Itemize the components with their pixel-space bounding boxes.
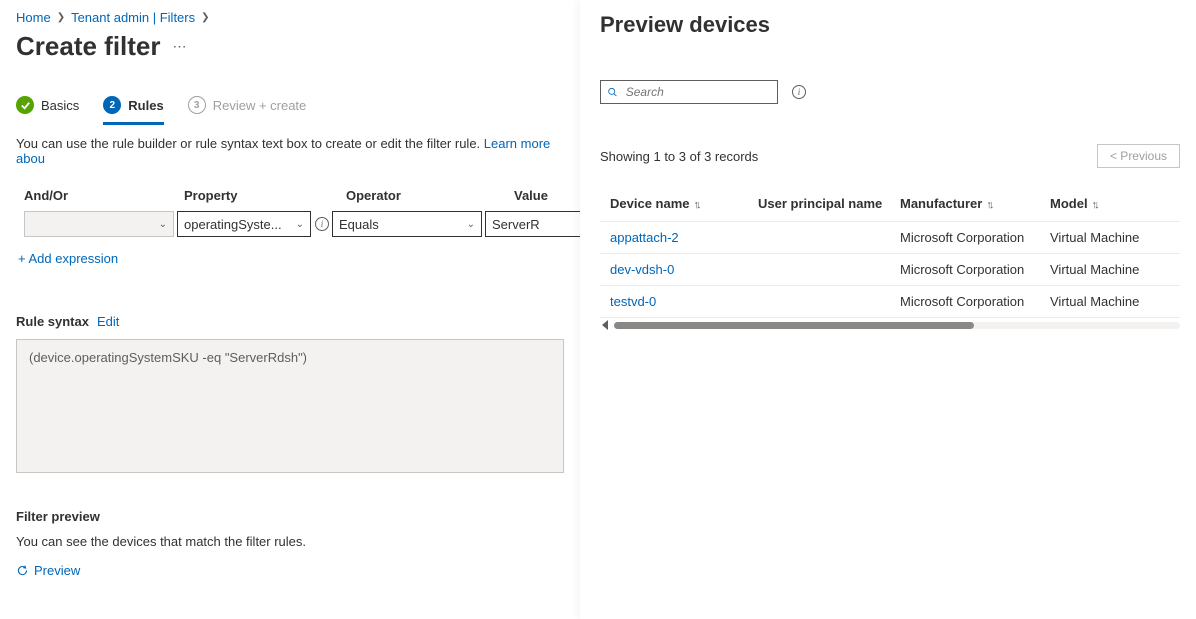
property-dropdown[interactable]: operatingSyste... ⌄ <box>177 211 311 237</box>
header-value: Value <box>514 188 564 203</box>
table-row: dev-vdsh-0 Microsoft Corporation Virtual… <box>600 254 1180 286</box>
rule-syntax-box: (device.operatingSystemSKU -eq "ServerRd… <box>16 339 564 473</box>
step-number-icon: 3 <box>188 96 206 114</box>
scroll-left-icon[interactable] <box>602 320 608 330</box>
info-icon[interactable]: i <box>315 217 329 231</box>
wizard-step-review[interactable]: 3 Review + create <box>188 96 307 114</box>
devices-grid: Device name↑↓ User principal name Manufa… <box>600 188 1180 332</box>
records-count-text: Showing 1 to 3 of 3 records <box>600 149 758 164</box>
filter-preview-header: Filter preview <box>16 509 564 524</box>
chevron-down-icon: ⌄ <box>296 219 304 230</box>
previous-button[interactable]: < Previous <box>1097 144 1180 168</box>
rule-syntax-header: Rule syntax Edit <box>16 314 564 329</box>
search-input-wrapper[interactable] <box>600 80 778 104</box>
device-link[interactable]: testvd-0 <box>610 294 656 309</box>
wizard-label: Basics <box>41 98 79 113</box>
col-manufacturer[interactable]: Manufacturer↑↓ <box>900 196 1050 211</box>
page-title: Create filter <box>16 31 161 62</box>
sort-icon: ↑↓ <box>694 199 699 211</box>
breadcrumb-home[interactable]: Home <box>16 10 51 25</box>
sort-icon: ↑↓ <box>986 199 991 211</box>
value-dropdown[interactable]: ServerR <box>485 211 580 237</box>
wizard-label: Review + create <box>213 98 307 113</box>
cell-manufacturer: Microsoft Corporation <box>900 230 1050 245</box>
wizard-steps: Basics 2 Rules 3 Review + create <box>16 96 564 114</box>
search-input[interactable] <box>624 84 771 100</box>
col-model[interactable]: Model↑↓ <box>1050 196 1170 211</box>
cell-upn <box>758 230 900 245</box>
info-icon[interactable]: i <box>792 85 806 99</box>
sort-icon: ↑↓ <box>1092 199 1097 211</box>
preview-devices-title: Preview devices <box>600 12 1180 38</box>
filter-preview-desc: You can see the devices that match the f… <box>16 534 564 549</box>
cell-model: Virtual Machine <box>1050 294 1170 309</box>
col-device-name[interactable]: Device name↑↓ <box>610 196 758 211</box>
edit-link[interactable]: Edit <box>97 314 119 329</box>
horizontal-scrollbar[interactable] <box>600 320 1180 332</box>
header-property: Property <box>184 188 346 203</box>
wizard-step-rules[interactable]: 2 Rules <box>103 96 163 125</box>
device-link[interactable]: dev-vdsh-0 <box>610 262 674 277</box>
scroll-thumb[interactable] <box>614 322 974 329</box>
step-number-icon: 2 <box>103 96 121 114</box>
cell-model: Virtual Machine <box>1050 230 1170 245</box>
wizard-label: Rules <box>128 98 163 113</box>
chevron-down-icon: ⌄ <box>159 219 167 230</box>
andor-dropdown[interactable]: ⌄ <box>24 211 174 237</box>
description-text: You can use the rule builder or rule syn… <box>16 136 564 166</box>
search-icon <box>607 86 618 98</box>
table-row: testvd-0 Microsoft Corporation Virtual M… <box>600 286 1180 318</box>
grid-header-row: Device name↑↓ User principal name Manufa… <box>600 188 1180 222</box>
chevron-down-icon: ⌄ <box>467 219 475 230</box>
chevron-right-icon: ❯ <box>57 12 65 23</box>
cell-manufacturer: Microsoft Corporation <box>900 294 1050 309</box>
more-actions-button[interactable]: ⋯ <box>173 38 189 55</box>
breadcrumb: Home ❯ Tenant admin | Filters ❯ <box>16 10 564 25</box>
cell-model: Virtual Machine <box>1050 262 1170 277</box>
cell-upn <box>758 294 900 309</box>
rule-builder-header: And/Or Property Operator Value <box>16 188 564 203</box>
operator-dropdown[interactable]: Equals ⌄ <box>332 211 482 237</box>
cell-manufacturer: Microsoft Corporation <box>900 262 1050 277</box>
col-upn[interactable]: User principal name <box>758 196 900 211</box>
wizard-step-basics[interactable]: Basics <box>16 96 79 114</box>
refresh-icon <box>16 564 29 577</box>
header-andor: And/Or <box>16 188 184 203</box>
checkmark-icon <box>16 96 34 114</box>
table-row: appattach-2 Microsoft Corporation Virtua… <box>600 222 1180 254</box>
chevron-right-icon: ❯ <box>201 12 209 23</box>
cell-upn <box>758 262 900 277</box>
breadcrumb-tenant[interactable]: Tenant admin | Filters <box>71 10 195 25</box>
rule-builder-row: ⌄ operatingSyste... ⌄ i Equals ⌄ ServerR <box>16 211 564 237</box>
add-expression-link[interactable]: + Add expression <box>18 251 118 266</box>
header-operator: Operator <box>346 188 514 203</box>
preview-link[interactable]: Preview <box>16 563 564 578</box>
device-link[interactable]: appattach-2 <box>610 230 679 245</box>
